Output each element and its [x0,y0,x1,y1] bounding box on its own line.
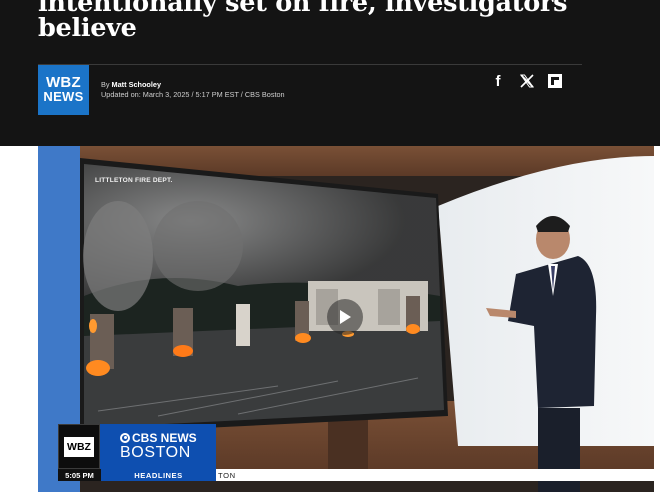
news-ticker: 5:05 PM HEADLINES TON [58,469,654,481]
facebook-icon: f [495,72,501,90]
cbs-eye-icon [120,432,130,443]
lower-third: WBZ CBS NEWS BOSTON [58,424,216,469]
header-divider [38,64,582,65]
ticker-text: TON [216,469,654,481]
wbz-news-logo[interactable]: WBZ NEWS [38,65,89,115]
cbs-news-boston-bug: CBS NEWS BOSTON [100,424,216,469]
facebook-share-button[interactable]: f [491,72,505,90]
boston-text: BOSTON [120,443,191,461]
video-player[interactable]: LITTLETON FIRE DEPT. WBZ CBS NEWS BOSTON… [38,146,654,492]
cbs-news-line: CBS NEWS [120,432,216,444]
flipboard-icon [548,74,562,88]
article-header: intentionally set on fire, investigators… [0,0,660,146]
logo-line-1: WBZ [45,74,82,91]
play-button[interactable] [327,299,363,335]
wbz-bug: WBZ [58,424,100,469]
article-headline: intentionally set on fire, investigators… [38,0,598,41]
cbs-news-text: CBS NEWS [132,430,197,445]
wbz-bug-text: WBZ [64,436,94,457]
logo-line-2: NEWS [43,89,84,104]
byline-prefix: By [101,80,110,89]
byline: By Matt Schooley Updated on: March 3, 20… [101,80,285,100]
play-icon [340,310,351,324]
ticker-time: 5:05 PM [58,469,101,481]
x-share-button[interactable] [518,73,536,89]
ticker-section: HEADLINES [101,469,216,481]
updated-timestamp: Updated on: March 3, 2025 / 5:17 PM EST … [101,90,285,99]
screen-source-label: LITTLETON FIRE DEPT. [95,177,173,184]
author-link[interactable]: Matt Schooley [112,80,161,89]
headline-line-2: believe [38,13,137,43]
x-icon [520,74,534,88]
flipboard-share-button[interactable] [548,73,562,89]
